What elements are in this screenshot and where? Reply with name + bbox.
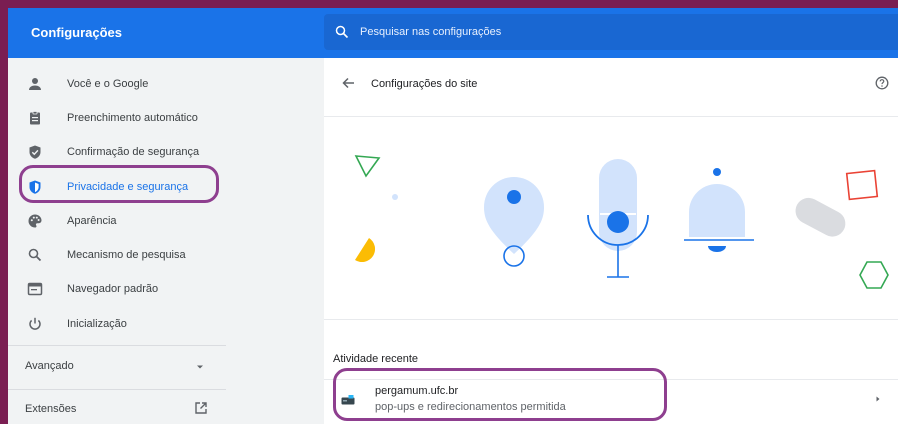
help-icon[interactable]: [875, 76, 889, 90]
sidebar-divider: [8, 389, 226, 390]
person-icon: [29, 78, 41, 90]
app-title: Configurações: [31, 25, 123, 40]
sidebar-item-you-and-google[interactable]: Você e o Google: [8, 69, 238, 99]
sidebar-item-privacy-security[interactable]: Privacidade e segurança: [8, 172, 238, 202]
shield-check-icon: [29, 145, 41, 159]
bell-icon: [684, 168, 754, 252]
sidebar-advanced-toggle[interactable]: Avançado: [8, 351, 238, 381]
triangle-shape: [354, 155, 381, 178]
sidebar-item-safety-check[interactable]: Confirmação de segurança: [8, 137, 238, 167]
clipboard-icon: [30, 111, 40, 125]
extensions-label: Extensões: [25, 403, 77, 415]
pill-shape: [795, 197, 846, 237]
search-input[interactable]: [360, 24, 860, 40]
palette-icon: [28, 214, 42, 228]
dot-shape: [392, 194, 398, 200]
search-icon: [335, 25, 349, 39]
hexagon-shape: [859, 261, 889, 289]
header-bar: Configurações: [8, 8, 898, 58]
half-circle-shape: [355, 238, 376, 263]
settings-window: Configurações Você e o Google Preenchime…: [8, 8, 898, 424]
site-settings-illustration: [324, 116, 898, 320]
sidebar-item-default-browser[interactable]: Navegador padrão: [8, 274, 238, 304]
sidebar-item-autofill[interactable]: Preenchimento automático: [8, 103, 238, 133]
site-favicon-icon: [341, 395, 355, 405]
microphone-icon: [587, 159, 649, 278]
sidebar-item-on-startup[interactable]: Inicialização: [8, 309, 238, 339]
shield-icon: [29, 180, 41, 194]
site-name: pergamum.ufc.br: [375, 385, 459, 397]
power-icon: [29, 317, 41, 330]
chevron-down-icon: [197, 365, 203, 369]
sidebar: Você e o Google Preenchimento automático…: [8, 58, 248, 424]
sidebar-item-search-engine[interactable]: Mecanismo de pesquisa: [8, 240, 238, 270]
main-panel: Configurações do site Atividade recente …: [324, 58, 898, 424]
arrow-right-icon: [876, 396, 880, 402]
square-shape: [845, 169, 879, 201]
search-bar[interactable]: [324, 14, 898, 50]
browser-icon: [27, 282, 43, 296]
back-arrow-icon[interactable]: [341, 76, 355, 90]
sidebar-divider: [8, 345, 226, 346]
advanced-label: Avançado: [25, 360, 74, 372]
sidebar-item-label: Navegador padrão: [67, 283, 159, 295]
sidebar-item-label: Inicialização: [67, 318, 127, 330]
sidebar-item-label: Você e o Google: [67, 78, 149, 90]
sidebar-item-label: Preenchimento automático: [67, 112, 198, 124]
sidebar-item-label: Confirmação de segurança: [67, 146, 200, 158]
recent-activity-item[interactable]: pergamum.ufc.br pop-ups e redirecionamen…: [324, 379, 898, 424]
open-in-new-icon: [195, 402, 207, 414]
search-icon: [28, 248, 42, 262]
page-title: Configurações do site: [371, 78, 478, 90]
sidebar-item-label: Privacidade e segurança: [67, 181, 189, 193]
sidebar-item-extensions[interactable]: Extensões: [8, 394, 238, 424]
sidebar-item-appearance[interactable]: Aparência: [8, 206, 238, 236]
recent-activity-title: Atividade recente: [333, 353, 418, 365]
location-pin-icon: [484, 177, 544, 267]
sidebar-item-label: Aparência: [67, 215, 117, 227]
site-permission-description: pop-ups e redirecionamentos permitida: [375, 401, 566, 413]
sidebar-item-label: Mecanismo de pesquisa: [67, 249, 186, 261]
